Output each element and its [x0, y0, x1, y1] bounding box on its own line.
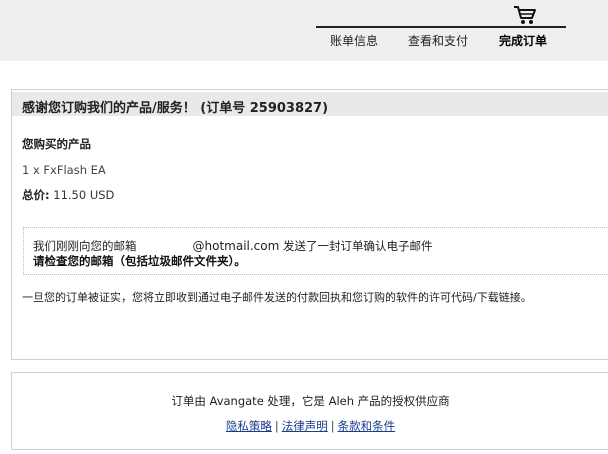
processed-by-text: 订单由 Avangate 处理，它是 Aleh 产品的授权供应商 [171, 394, 450, 408]
order-confirmation-panel: 感谢您订购我们的产品/服务！ (订单号 25903827) 您购买的产品 1 x… [11, 89, 608, 360]
email-sent-line: 我们刚刚向您的邮箱 @hotmail.com 发送了一封订单确认电子邮件 [33, 238, 432, 254]
step-billing-info: 账单信息 [330, 34, 379, 48]
link-separator: | [274, 419, 279, 433]
shopping-cart-icon [514, 6, 536, 24]
total-label: 总价: [22, 188, 50, 202]
footer-panel: 订单由 Avangate 处理，它是 Aleh 产品的授权供应商 隐私策略 | 法律… [11, 372, 608, 450]
footer-links: 隐私策略 | 法律声明 | 条款和条件 [12, 418, 608, 434]
email-notice-box: 我们刚刚向您的邮箱 @hotmail.com 发送了一封订单确认电子邮件 请检查您… [23, 227, 608, 275]
step-review-and-pay: 查看和支付 [408, 34, 469, 48]
link-separator: | [330, 419, 335, 433]
email-notice-prefix: 我们刚刚向您的邮箱 [33, 239, 137, 253]
title-bar: 感谢您订购我们的产品/服务！ (订单号 25903827) [12, 92, 608, 116]
confirmation-notice: 一旦您的订单被证实，您将立即收到通过电子邮件发送的付款回执和您订购的软件的许可代… [22, 291, 532, 304]
legal-notice-link[interactable]: 法律声明 [282, 419, 328, 433]
email-domain: @hotmail.com [192, 239, 280, 253]
order-total: 总价: 11.50 USD [22, 187, 114, 203]
checkout-header: 账单信息 查看和支付 完成订单 [0, 0, 608, 61]
privacy-policy-link[interactable]: 隐私策略 [226, 419, 272, 433]
check-inbox-notice: 请检查您的邮箱（包括垃圾邮件文件夹）。 [33, 254, 246, 268]
purchased-products-heading: 您购买的产品 [22, 137, 91, 151]
page-title: 感谢您订购我们的产品/服务！ (订单号 25903827) [22, 101, 329, 116]
step-complete-order: 完成订单 [499, 34, 548, 48]
progress-line [316, 26, 566, 28]
email-notice-suffix: 发送了一封订单确认电子邮件 [279, 239, 433, 253]
terms-and-conditions-link[interactable]: 条款和条件 [338, 419, 396, 433]
total-value: 11.50 USD [53, 188, 115, 202]
product-line-item: 1 x FxFlash EA [22, 163, 106, 177]
